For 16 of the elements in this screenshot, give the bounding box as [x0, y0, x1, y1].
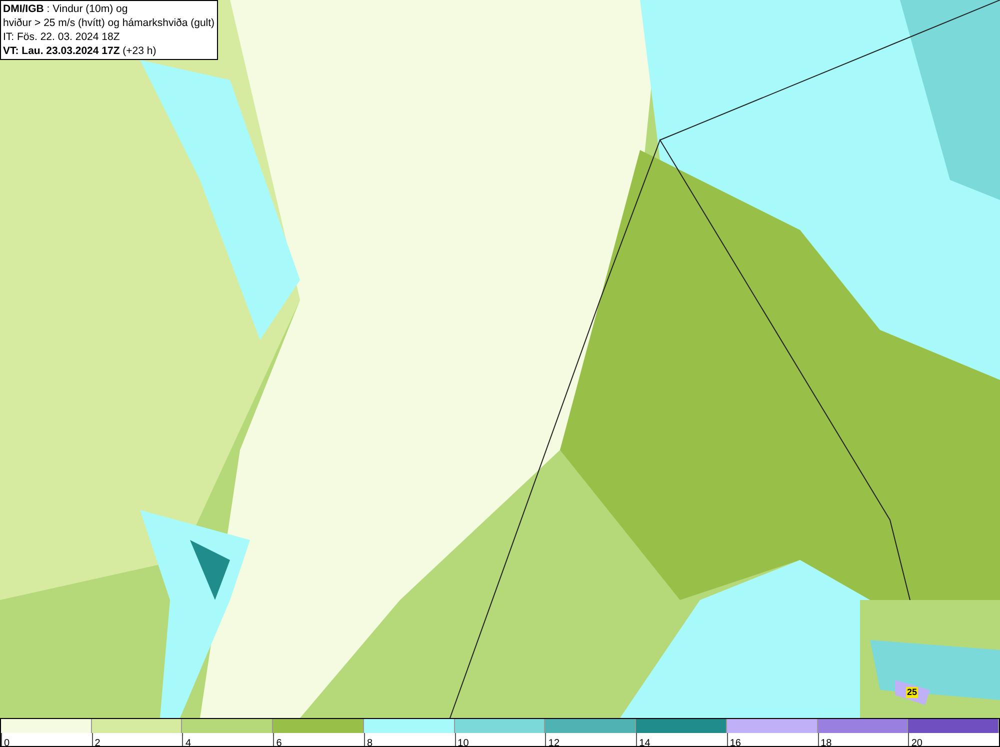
legend-tick: 12	[547, 738, 560, 747]
gust-label: 25	[906, 687, 918, 698]
header-text: VT: Lau. 23.03.2024 17Z (+23 h)	[3, 44, 156, 58]
header-text: hviður > 25 m/s (hvítt) og hámarkshviða (gult)	[3, 16, 215, 30]
legend-tick: 2	[94, 738, 100, 747]
legend-tick: 4	[184, 738, 192, 747]
legend-tick: 6	[275, 738, 282, 747]
legend-tick: 14	[638, 738, 650, 747]
legend-tick: 0	[3, 738, 10, 747]
legend-tick: 8	[366, 738, 372, 747]
legend-tick: 10	[456, 738, 469, 747]
legend-tick: 16	[728, 738, 741, 747]
header-text: DMI/IGB : Vindur (10m) og	[3, 2, 128, 16]
legend-tick: 20	[910, 738, 922, 747]
header-text: IT: Fös. 22. 03. 2024 18Z	[3, 30, 120, 44]
legend-tick: 18	[820, 738, 832, 747]
